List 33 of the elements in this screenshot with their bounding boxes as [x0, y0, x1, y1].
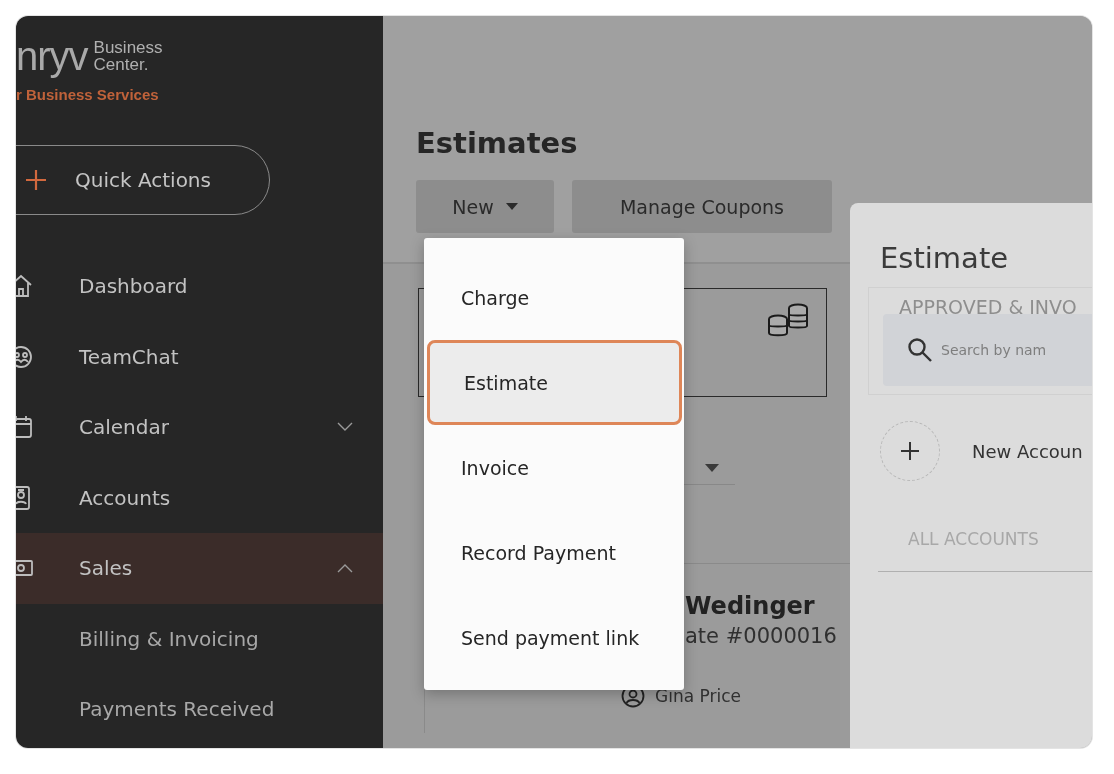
logo-text: Center. [93, 56, 150, 73]
nav-item[interactable]: Dashboard [16, 251, 383, 322]
nav-item[interactable]: TeamChat [16, 321, 383, 392]
logo-wordmark: nryv [16, 36, 88, 76]
new-dropdown-button[interactable]: New [416, 180, 554, 233]
calendar-icon [16, 414, 34, 441]
nav-item[interactable]: Calendar [16, 392, 383, 463]
menu-item[interactable]: Estimate [427, 340, 682, 425]
home-icon [16, 273, 34, 300]
nav-item[interactable]: Sales [16, 533, 383, 604]
nav-item[interactable]: Accounts [16, 462, 383, 533]
estimate-number: ate #0000016 [685, 624, 838, 648]
menu-item[interactable]: Record Payment [424, 510, 684, 595]
caret-icon [505, 202, 518, 211]
logo-text: Business [93, 39, 163, 56]
plus-icon [25, 169, 47, 191]
menu-item[interactable]: Charge [424, 255, 684, 340]
caret-icon [705, 463, 719, 472]
panel-title: Estimate [880, 241, 1010, 275]
plus-icon [901, 442, 919, 460]
nav-subitem[interactable]: Payments Received [16, 674, 383, 745]
menu-item[interactable]: Send payment link [424, 595, 684, 680]
search-field[interactable]: Search by nam [883, 314, 1092, 386]
menu-item[interactable]: Invoice [424, 425, 684, 510]
new-account-label: New Accoun [972, 440, 1083, 462]
nav-subitem[interactable]: Billing & Invoicing [16, 603, 383, 674]
search-icon [907, 337, 933, 363]
coins-icon [766, 303, 810, 339]
page-title: Estimates [416, 126, 579, 160]
logo-tagline: r Business Services [16, 86, 160, 103]
customer-name: Wedinger [685, 592, 816, 620]
manage-coupons-button[interactable]: Manage Coupons [572, 180, 832, 233]
people-chat-icon [16, 343, 34, 370]
